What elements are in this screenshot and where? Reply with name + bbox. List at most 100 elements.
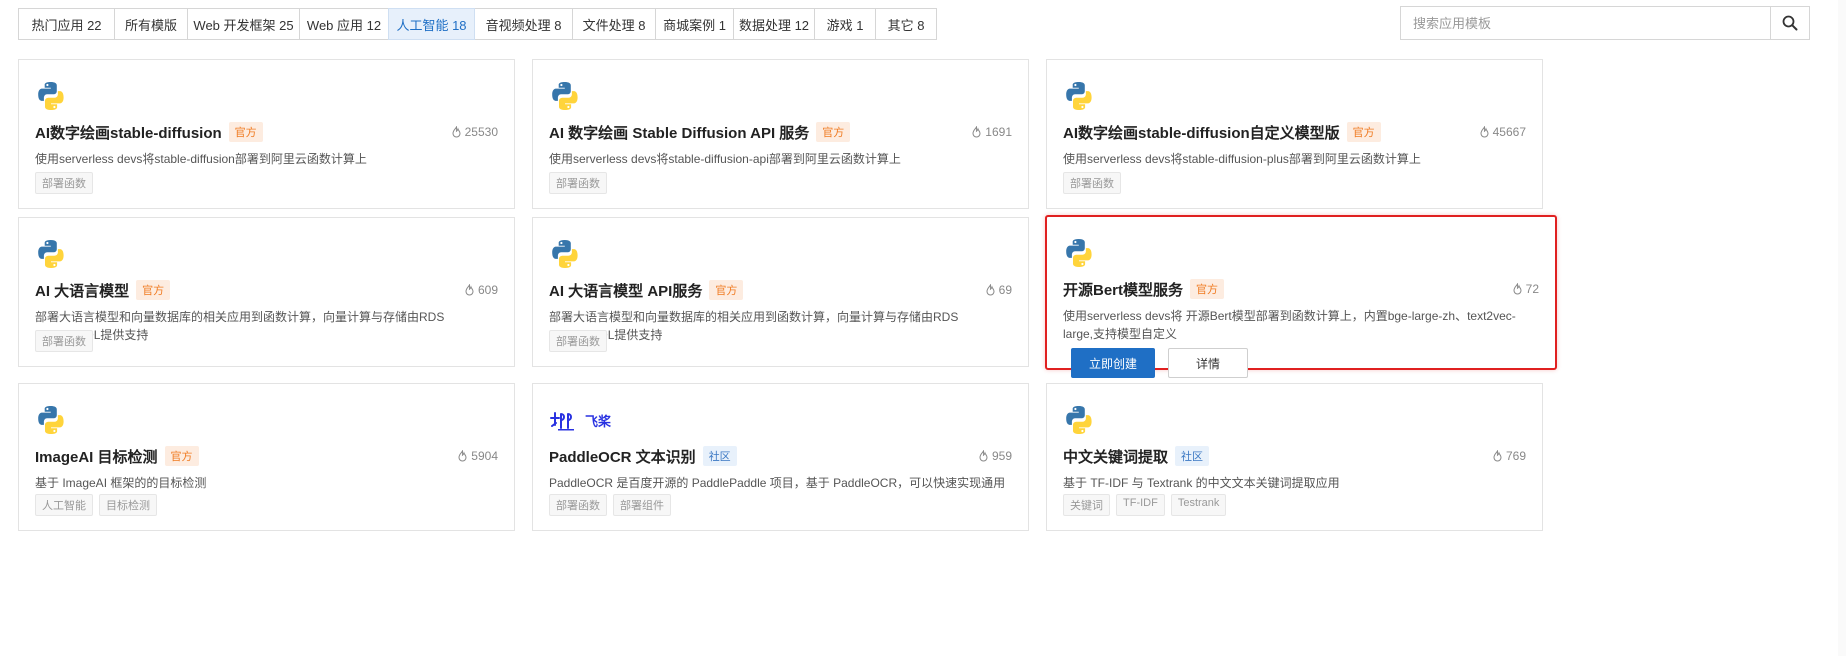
source-badge: 官方 [164, 446, 199, 466]
card-header: 中文关键词提取 社区 769 [1063, 445, 1526, 467]
details-button[interactable]: 详情 [1168, 348, 1248, 378]
like-icon [986, 284, 995, 296]
card-tags: 部署函数 [549, 330, 607, 352]
page-scrollbar[interactable] [1838, 0, 1846, 656]
card-header: AI 大语言模型 API服务 官方 69 [549, 279, 1012, 301]
card-tags: 部署函数 [549, 172, 607, 194]
template-card[interactable]: AI数字绘画stable-diffusion 官方 25530 使用serverles… [18, 59, 515, 209]
card-tags: 部署函数 部署组件 [549, 494, 671, 516]
template-card[interactable]: AI数字绘画stable-diffusion自定义模型版 官方 45667 使用ser… [1046, 59, 1543, 209]
tab-9[interactable]: 游戏 1 [814, 8, 876, 40]
like-count-value: 69 [998, 283, 1012, 297]
template-card[interactable]: 中文关键词提取 社区 769 基于 TF-IDF 与 Textrank 的中文文本关键… [1046, 383, 1543, 531]
template-card[interactable]: 开源Bert模型服务 官方 72 使用serverless devs将 开源Bert模… [1045, 215, 1557, 378]
card-tags: 部署函数 [1063, 172, 1121, 194]
card-title[interactable]: 中文关键词提取 [1063, 446, 1168, 467]
template-card[interactable]: 飞桨 PaddleOCR 文本识别 社区 959 PaddleOCR 是百度开源的 Pa… [532, 383, 1029, 531]
tag: 部署函数 [35, 330, 93, 352]
card-description: 使用serverless devs将stable-diffusion部署到阿里云… [35, 152, 367, 166]
python-logo [1063, 80, 1095, 112]
like-count-value: 72 [1525, 282, 1539, 296]
like-count: 1691 [971, 125, 1012, 139]
card-description: 基于 TF-IDF 与 Textrank 的中文文本关键词提取应用 [1063, 476, 1340, 490]
tag: 部署函数 [35, 172, 93, 194]
tab-2[interactable]: Web 开发框架 25 [187, 8, 300, 40]
tab-10[interactable]: 其它 8 [875, 8, 937, 40]
source-badge: 社区 [1175, 446, 1210, 466]
python-logo [1063, 237, 1095, 269]
card-description: 部署大语言模型和向量数据库的相关应用到函数计算，向量计算与存储由RDS Post… [549, 310, 959, 342]
card-title[interactable]: AI数字绘画stable-diffusion [35, 122, 222, 143]
python-logo [549, 80, 581, 112]
like-icon [1480, 126, 1489, 138]
tag: 部署函数 [549, 172, 607, 194]
category-tabs: 热门应用 22 所有模版 Web 开发框架 25 Web 应用 12 人工智能 18 音视… [18, 8, 937, 40]
card-description: 部署大语言模型和向量数据库的相关应用到函数计算，向量计算与存储由RDS Post… [35, 310, 445, 342]
card-title[interactable]: ImageAI 目标检测 [35, 446, 158, 467]
card-tags: 部署函数 [35, 172, 93, 194]
template-card[interactable]: AI 数字绘画 Stable Diffusion API 服务 官方 1691 使用s… [532, 59, 1029, 209]
like-count: 5904 [457, 449, 498, 463]
template-card[interactable]: ImageAI 目标检测 官方 5904 基于 ImageAI 框架的的目标检测人工智… [18, 383, 515, 531]
like-count-value: 25530 [464, 125, 498, 139]
tab-7[interactable]: 商城案例 1 [655, 8, 734, 40]
tab-0[interactable]: 热门应用 22 [18, 8, 115, 40]
tab-1[interactable]: 所有模版 [114, 8, 188, 40]
card-description: 使用serverless devs将stable-diffusion-api部署… [549, 152, 901, 166]
like-count: 959 [978, 449, 1012, 463]
tab-5[interactable]: 音视频处理 8 [474, 8, 573, 40]
like-icon [979, 450, 988, 462]
source-badge: 官方 [1190, 279, 1225, 299]
search-input[interactable] [1400, 6, 1770, 40]
card-header: AI 数字绘画 Stable Diffusion API 服务 官方 1691 [549, 121, 1012, 143]
card-tags: 关键词 TF-IDF Testrank [1063, 494, 1227, 516]
card-header: AI数字绘画stable-diffusion 官方 25530 [35, 121, 498, 143]
source-badge: 官方 [136, 280, 171, 300]
card-title[interactable]: AI 大语言模型 [35, 280, 129, 301]
like-count: 45667 [1479, 125, 1526, 139]
source-badge: 官方 [816, 122, 851, 142]
card-title[interactable]: AI 大语言模型 API服务 [549, 280, 702, 301]
card-description: 基于 ImageAI 框架的的目标检测 [35, 476, 207, 490]
like-icon [972, 126, 981, 138]
card-header: AI数字绘画stable-diffusion自定义模型版 官方 45667 [1063, 121, 1526, 143]
card-description: 使用serverless devs将stable-diffusion-plus部… [1063, 152, 1421, 166]
search-icon [1782, 15, 1798, 31]
template-card[interactable]: AI 大语言模型 官方 609 部署大语言模型和向量数据库的相关应用到函数计算，向量计… [18, 217, 515, 367]
python-logo [1063, 404, 1095, 436]
source-badge: 官方 [1346, 122, 1381, 142]
like-count-value: 959 [991, 449, 1012, 463]
tag: Testrank [1170, 494, 1227, 516]
python-logo [35, 404, 67, 436]
tag: TF-IDF [1116, 494, 1165, 516]
tab-6[interactable]: 文件处理 8 [572, 8, 656, 40]
like-count-value: 1691 [985, 125, 1012, 139]
create-now-button[interactable]: 立即创建 [1071, 348, 1155, 378]
template-card[interactable]: AI 大语言模型 API服务 官方 69 部署大语言模型和向量数据库的相关应用到函数计… [532, 217, 1029, 367]
like-icon [1513, 283, 1522, 295]
card-title[interactable]: AI数字绘画stable-diffusion自定义模型版 [1063, 122, 1340, 143]
like-count: 69 [985, 283, 1012, 297]
tag: 人工智能 [35, 494, 93, 516]
card-header: 开源Bert模型服务 官方 72 [1063, 278, 1539, 300]
card-tags: 人工智能 目标检测 [35, 494, 157, 516]
card-title[interactable]: AI 数字绘画 Stable Diffusion API 服务 [549, 122, 809, 143]
like-count: 72 [1512, 282, 1539, 296]
tab-3[interactable]: Web 应用 12 [299, 8, 389, 40]
paddle-logo: 飞桨 [549, 404, 639, 436]
like-count-value: 45667 [1492, 125, 1526, 139]
search-button[interactable] [1770, 6, 1810, 40]
template-search [1400, 6, 1810, 40]
like-count-value: 769 [1505, 449, 1526, 463]
card-title[interactable]: 开源Bert模型服务 [1063, 279, 1183, 300]
like-count-value: 609 [477, 283, 498, 297]
tab-8[interactable]: 数据处理 12 [733, 8, 815, 40]
logo-text: 飞桨 [585, 413, 612, 429]
tab-4[interactable]: 人工智能 18 [388, 8, 475, 40]
tag: 目标检测 [99, 494, 157, 516]
like-icon [1493, 450, 1502, 462]
card-title[interactable]: PaddleOCR 文本识别 [549, 446, 696, 467]
card-tags: 部署函数 [35, 330, 93, 352]
source-badge: 官方 [709, 280, 744, 300]
tag: 部署函数 [1063, 172, 1121, 194]
